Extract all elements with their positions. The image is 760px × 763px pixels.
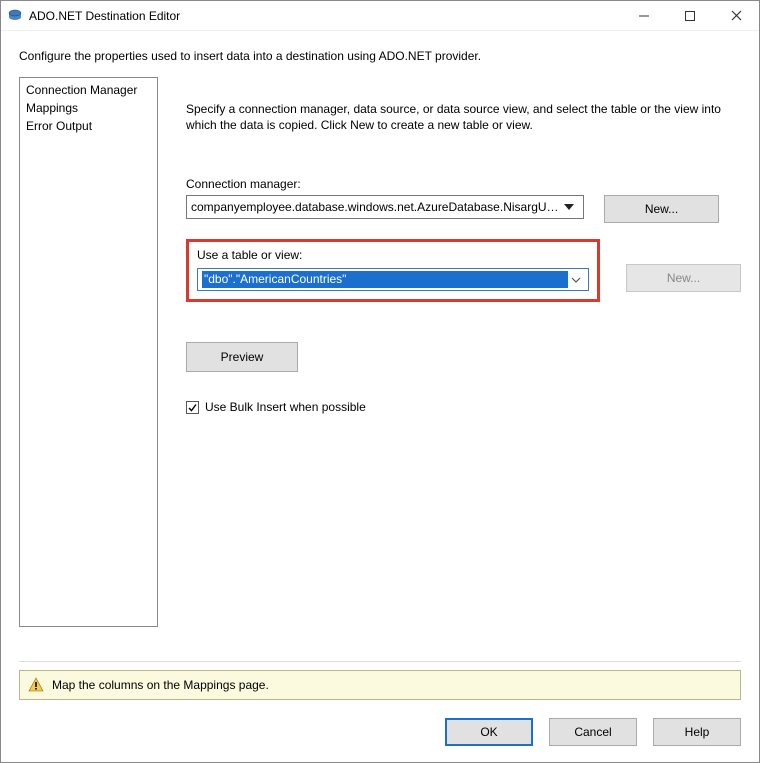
maximize-button[interactable] bbox=[667, 1, 713, 30]
bulk-insert-checkbox-row[interactable]: Use Bulk Insert when possible bbox=[186, 400, 741, 414]
nav-item-mappings[interactable]: Mappings bbox=[20, 99, 157, 117]
connection-manager-label: Connection manager: bbox=[186, 177, 741, 191]
connection-manager-dropdown[interactable]: companyemployee.database.windows.net.Azu… bbox=[186, 195, 584, 219]
preview-button[interactable]: Preview bbox=[186, 342, 298, 372]
chevron-down-icon bbox=[559, 200, 579, 214]
nav-list[interactable]: Connection Manager Mappings Error Output bbox=[19, 77, 158, 627]
new-connection-button[interactable]: New... bbox=[604, 195, 719, 223]
minimize-button[interactable] bbox=[621, 1, 667, 30]
nav-item-connection-manager[interactable]: Connection Manager bbox=[20, 81, 157, 99]
table-highlight-box: Use a table or view: "dbo"."AmericanCoun… bbox=[186, 239, 600, 302]
bulk-insert-checkbox[interactable] bbox=[186, 401, 199, 414]
bulk-insert-label: Use Bulk Insert when possible bbox=[205, 400, 366, 414]
warning-strip: Map the columns on the Mappings page. bbox=[19, 670, 741, 700]
cancel-button[interactable]: Cancel bbox=[549, 718, 637, 746]
table-view-label: Use a table or view: bbox=[197, 248, 589, 262]
connection-manager-value: companyemployee.database.windows.net.Azu… bbox=[191, 200, 559, 214]
divider bbox=[19, 661, 741, 662]
help-button[interactable]: Help bbox=[653, 718, 741, 746]
ok-button[interactable]: OK bbox=[445, 718, 533, 746]
window-controls bbox=[621, 1, 759, 30]
warning-text: Map the columns on the Mappings page. bbox=[52, 678, 269, 692]
close-button[interactable] bbox=[713, 1, 759, 30]
table-view-value: "dbo"."AmericanCountries" bbox=[202, 271, 568, 288]
window-title: ADO.NET Destination Editor bbox=[29, 9, 180, 23]
page-description: Configure the properties used to insert … bbox=[19, 49, 741, 63]
warning-icon bbox=[28, 677, 44, 693]
panel-instructions: Specify a connection manager, data sourc… bbox=[186, 101, 741, 133]
title-bar: ADO.NET Destination Editor bbox=[1, 1, 759, 31]
dialog-buttons: OK Cancel Help bbox=[445, 718, 741, 746]
app-icon bbox=[7, 8, 23, 24]
nav-item-error-output[interactable]: Error Output bbox=[20, 117, 157, 135]
chevron-down-icon bbox=[568, 273, 584, 287]
table-view-dropdown[interactable]: "dbo"."AmericanCountries" bbox=[197, 268, 589, 291]
new-table-button: New... bbox=[626, 264, 741, 292]
